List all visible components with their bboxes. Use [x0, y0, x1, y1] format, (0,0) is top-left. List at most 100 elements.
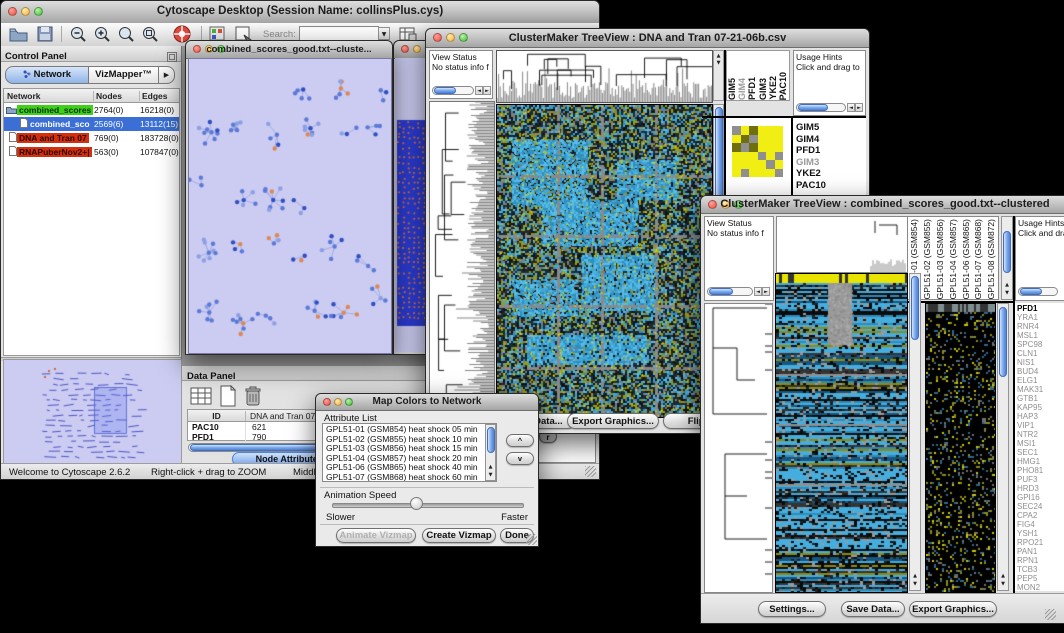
- tv1-column-label[interactable]: GIM3: [759, 78, 768, 100]
- matrix-cell[interactable]: [775, 152, 784, 161]
- matrix-cell[interactable]: [741, 160, 750, 169]
- matrix-cell[interactable]: [741, 152, 750, 161]
- matrix-cell[interactable]: [775, 160, 784, 169]
- matrix-cell[interactable]: [741, 135, 750, 144]
- network-view-canvas[interactable]: [188, 58, 392, 354]
- matrix-cell[interactable]: [758, 169, 767, 178]
- search-input[interactable]: [299, 26, 379, 41]
- tv2-label-vscrollbar[interactable]: ▲ ▼: [1001, 216, 1013, 300]
- matrix-cell[interactable]: [758, 160, 767, 169]
- matrix-cell[interactable]: [775, 169, 784, 178]
- matrix-cell[interactable]: [749, 135, 758, 144]
- treeview1-titlebar[interactable]: ClusterMaker TreeView : DNA and Tran 07-…: [426, 29, 869, 48]
- tv2-gene-label[interactable]: HRD3: [1017, 484, 1043, 493]
- tv1-column-label[interactable]: YKE2: [769, 76, 778, 100]
- tv2-gene-label[interactable]: RNR4: [1017, 322, 1043, 331]
- tv2-gene-label[interactable]: SEC24: [1017, 502, 1043, 511]
- vscroll-thumb[interactable]: [715, 107, 723, 202]
- matrix-cell[interactable]: [758, 126, 767, 135]
- tv2-usage-hscrollbar[interactable]: [1018, 287, 1058, 296]
- tv2-gene-label[interactable]: NIS1: [1017, 358, 1043, 367]
- tv2-gene-label[interactable]: CLN1: [1017, 349, 1043, 358]
- scroll-right-button[interactable]: ►: [762, 287, 770, 296]
- search-dropdown-button[interactable]: ▼: [378, 27, 390, 40]
- matrix-cell[interactable]: [775, 135, 784, 144]
- tv2-gene-label[interactable]: MSL1: [1017, 331, 1043, 340]
- network-overview-minimap[interactable]: [3, 359, 182, 465]
- matrix-cell[interactable]: [758, 135, 767, 144]
- dialog-resize-grip[interactable]: [526, 534, 537, 545]
- tv2-gene-label[interactable]: HAP3: [1017, 412, 1043, 421]
- tv1-gene-label[interactable]: GIM5: [796, 122, 826, 134]
- tab-vizmapper[interactable]: VizMapper™: [89, 66, 159, 84]
- tv2-save-data-button[interactable]: Save Data...: [841, 601, 905, 617]
- tv1-usage-hscrollbar[interactable]: [796, 103, 846, 112]
- tv2-gene-label[interactable]: KAP95: [1017, 403, 1043, 412]
- animate-vizmap-button[interactable]: Animate Vizmap: [336, 528, 416, 543]
- matrix-cell[interactable]: [741, 169, 750, 178]
- network-tree-row[interactable]: combined_sco2569(6)13112(15): [4, 117, 179, 131]
- treeview2-titlebar[interactable]: ClusterMaker TreeView : combined_scores_…: [701, 196, 1064, 214]
- new-attribute-icon[interactable]: [218, 385, 238, 412]
- vscroll-thumb[interactable]: [487, 427, 495, 453]
- tab-network[interactable]: Network: [5, 66, 89, 84]
- tv1-column-dendrogram[interactable]: [496, 50, 713, 103]
- tv1-heatmap[interactable]: [496, 104, 713, 418]
- matrix-cell[interactable]: [749, 152, 758, 161]
- tv1-column-label[interactable]: PAC10: [779, 72, 788, 100]
- tv2-gene-label[interactable]: VIP1: [1017, 421, 1043, 430]
- vscroll-thumb[interactable]: [1003, 231, 1011, 273]
- tv2-gene-label[interactable]: CPA2: [1017, 511, 1043, 520]
- tv2-gene-label[interactable]: GPI16: [1017, 493, 1043, 502]
- tv2-gene-label[interactable]: FIG4: [1017, 520, 1043, 529]
- tv2-gene-label[interactable]: RPO21: [1017, 538, 1043, 547]
- matrix-cell[interactable]: [749, 143, 758, 152]
- zoom-in-icon[interactable]: [93, 26, 111, 48]
- matrix-cell[interactable]: [766, 143, 775, 152]
- tab-overflow-button[interactable]: ▶: [159, 66, 175, 84]
- matrix-cell[interactable]: [741, 126, 750, 135]
- network-tree-row[interactable]: DNA and Tran 07769(0)183728(0): [4, 131, 179, 145]
- open-file-icon[interactable]: [9, 26, 28, 47]
- tv2-column-label[interactable]: GPL51-03 (GSM856): [936, 219, 945, 299]
- tv2-row-dendrogram[interactable]: [704, 303, 773, 593]
- tv2-gene-label[interactable]: ELG1: [1017, 376, 1043, 385]
- matrix-cell[interactable]: [758, 143, 767, 152]
- tv1-gene-label[interactable]: YKE2: [796, 168, 826, 180]
- trash-icon[interactable]: [244, 385, 262, 412]
- matrix-cell[interactable]: [775, 143, 784, 152]
- tv2-column-label[interactable]: GPL51-04 (GSM857): [949, 219, 958, 299]
- scroll-right-button[interactable]: ►: [483, 86, 491, 95]
- matrix-cell[interactable]: [732, 152, 741, 161]
- tv2-gene-label[interactable]: BUD4: [1017, 367, 1043, 376]
- zoom-selected-icon[interactable]: [141, 26, 159, 48]
- tv2-export-graphics-button[interactable]: Export Graphics...: [909, 601, 997, 617]
- zoom-out-icon[interactable]: [69, 26, 87, 48]
- network-tree-row[interactable]: RNAPuberNov2+|563(0)107847(0): [4, 145, 179, 159]
- tv2-column-dendrogram[interactable]: [776, 216, 910, 273]
- tv1-gene-label[interactable]: PFD1: [796, 145, 826, 157]
- matrix-cell[interactable]: [766, 152, 775, 161]
- attribute-list-vscrollbar[interactable]: ▲ ▼: [485, 424, 496, 481]
- tv2-gene-label[interactable]: PFD1: [1017, 304, 1043, 313]
- tv2-column-label[interactable]: GPL51-08 (GSM872): [987, 219, 996, 299]
- matrix-cell[interactable]: [732, 143, 741, 152]
- tv2-heatmap-vscrollbar[interactable]: ▲ ▼: [909, 273, 921, 591]
- tv1-status-hscrollbar[interactable]: [432, 86, 474, 95]
- matrix-cell[interactable]: [766, 126, 775, 135]
- tv1-gene-label[interactable]: PAC10: [796, 180, 826, 192]
- tv2-gene-label[interactable]: MSI1: [1017, 439, 1043, 448]
- tv2-gene-label[interactable]: PHO81: [1017, 466, 1043, 475]
- scroll-left-button[interactable]: ◄: [847, 103, 855, 112]
- tv2-column-label[interactable]: GPL51-02 (GSM855): [923, 219, 932, 299]
- close-button[interactable]: [401, 45, 409, 53]
- vscroll-thumb[interactable]: [911, 276, 919, 340]
- scroll-left-button[interactable]: ◄: [475, 86, 483, 95]
- tv2-gene-label[interactable]: TCB3: [1017, 565, 1043, 574]
- tv1-export-graphics-button[interactable]: Export Graphics...: [567, 413, 659, 429]
- tv1-row-dendrogram[interactable]: [429, 101, 495, 418]
- matrix-cell[interactable]: [732, 169, 741, 178]
- tv2-gene-label[interactable]: NTR2: [1017, 430, 1043, 439]
- tv2-gene-label[interactable]: YSH1: [1017, 529, 1043, 538]
- tv2-gene-label[interactable]: PEP5: [1017, 574, 1043, 583]
